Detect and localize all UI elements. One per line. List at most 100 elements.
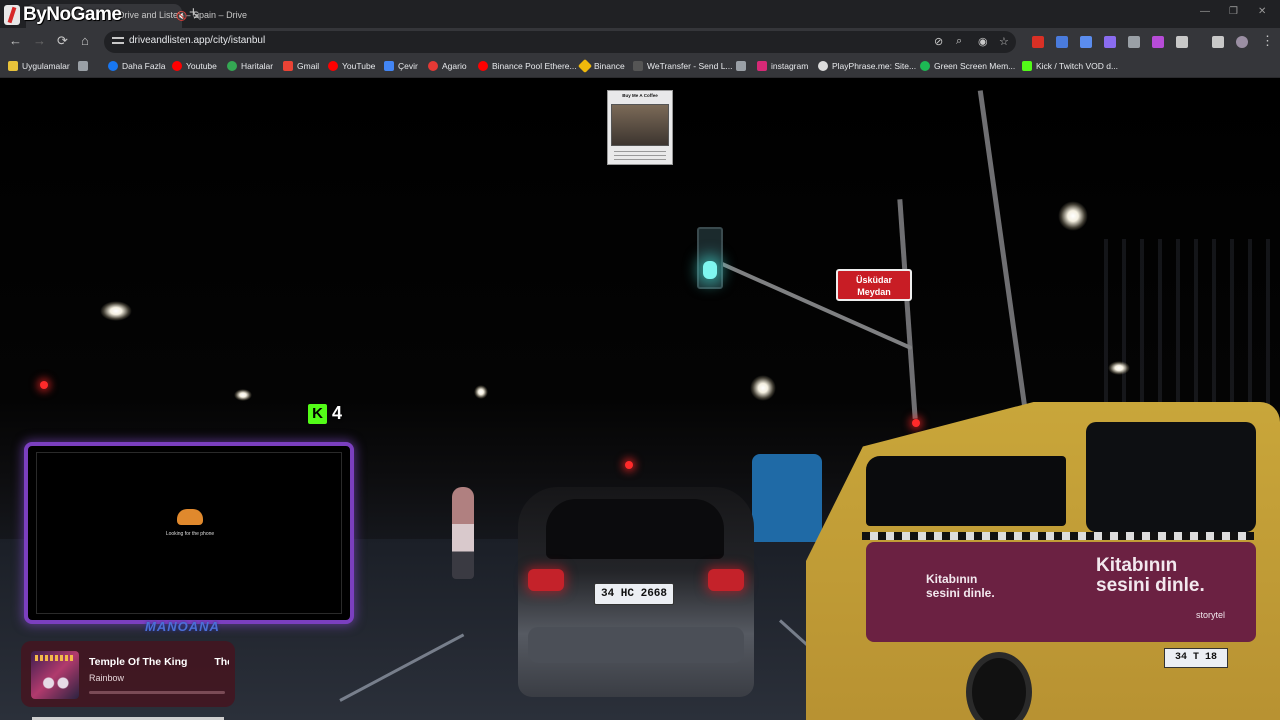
bookmark-label: Gmail — [297, 61, 320, 71]
bookmark-label: Binance Pool Ethere... — [492, 61, 577, 71]
menu-icon[interactable]: ⋮ — [1261, 34, 1274, 48]
back-button[interactable]: ← — [9, 34, 22, 48]
bookmark-kick-vod[interactable]: Kick / Twitch VOD d... — [1022, 61, 1118, 71]
apps-icon — [8, 61, 18, 71]
bookmark-label: instagram — [771, 61, 809, 71]
youtube-icon — [328, 61, 338, 71]
screenshot-extension-icon[interactable] — [1128, 36, 1140, 48]
kick-icon: K — [308, 403, 327, 424]
pedestrian — [452, 487, 474, 579]
taxi-license-plate: 34 T 18 — [1164, 648, 1228, 668]
tail-light — [528, 569, 564, 591]
purple-extension-icon[interactable] — [1152, 36, 1164, 48]
reload-button[interactable]: ⟳ — [57, 34, 68, 48]
audio-extension-icon[interactable] — [1080, 36, 1092, 48]
eye-off-icon[interactable]: ⊘ — [934, 35, 943, 48]
instagram-icon — [757, 61, 767, 71]
kick-icon — [1022, 61, 1032, 71]
brand-name: ByNoGame — [23, 4, 122, 25]
donation-title: Buy Me A Coffee — [622, 93, 658, 98]
bookmark-label: Agario — [442, 61, 467, 71]
bookmark-grid[interactable] — [78, 61, 88, 71]
puzzle-extension-icon[interactable] — [1176, 36, 1188, 48]
media-control-icon[interactable] — [1212, 36, 1224, 48]
bookmark-label: Youtube — [186, 61, 217, 71]
bookmark-apps[interactable]: Uygulamalar — [8, 61, 70, 71]
pen-extension-icon[interactable] — [1104, 36, 1116, 48]
close-window-button[interactable]: ✕ — [1258, 6, 1266, 17]
webcam-label: MANOANA — [145, 619, 220, 634]
bookmark-label: Green Screen Mem... — [934, 61, 1016, 71]
now-playing-widget: Temple Of The King The Rainbow — [21, 641, 235, 707]
bookmark-wetransfer[interactable]: WeTransfer - Send L... — [633, 61, 733, 71]
translate-icon — [384, 61, 394, 71]
visibility-icon[interactable]: ◉ — [978, 35, 988, 48]
profile-avatar[interactable] — [1236, 36, 1248, 48]
drive-video-viewport[interactable]: Üsküdar Meydan 34 HC 2668 Kitabının sesini… — [0, 79, 1280, 720]
loading-cat-icon — [177, 509, 203, 525]
home-button[interactable]: ⌂ — [81, 34, 89, 48]
donation-description — [614, 151, 666, 161]
bookmark-playphrase[interactable]: PlayPhrase.me: Site... — [818, 61, 916, 71]
tab-bar: Drive and Listen – Spain – Drive 🔇 × ByN… — [0, 0, 1280, 28]
translate-extension-icon[interactable] — [1056, 36, 1068, 48]
bookmark-instagram[interactable]: instagram — [757, 61, 808, 71]
red-light-icon — [40, 381, 48, 389]
site-info-icon[interactable] — [112, 35, 124, 47]
bookmark-binance-pool[interactable]: Binance Pool Ethere... — [478, 61, 577, 71]
restore-button[interactable]: ❐ — [1229, 6, 1238, 17]
car: 34 HC 2668 — [518, 487, 754, 697]
bookmark-label: Haritalar — [241, 61, 274, 71]
youtube-icon — [478, 61, 488, 71]
bookmark-youtube-2[interactable]: YouTube — [328, 61, 375, 71]
webcam-frame: Looking for the phone — [24, 442, 354, 624]
address-bar[interactable]: driveandlisten.app/city/istanbul ⊘ ⌕ ◉ ☆ — [104, 31, 1016, 53]
new-extension-icon[interactable] — [1032, 36, 1044, 48]
bookmark-maps[interactable]: Haritalar — [227, 61, 273, 71]
bookmark-doc[interactable] — [736, 61, 746, 71]
donation-widget[interactable]: Buy Me A Coffee — [607, 90, 673, 165]
bookmark-label: Uygulamalar — [22, 61, 70, 71]
street-lamp — [1058, 201, 1088, 231]
grid-icon — [78, 61, 88, 71]
donation-image — [611, 104, 669, 146]
forward-button[interactable]: → — [33, 34, 46, 48]
new-tab-button[interactable]: + — [189, 4, 198, 21]
red-light-icon — [625, 461, 633, 469]
bookmarks-bar: Uygulamalar Daha Fazla Youtube Haritalar… — [0, 56, 1280, 78]
bookmark-label: Daha Fazla — [122, 61, 166, 71]
browser-toolbar: ← → ⟳ ⌂ driveandlisten.app/city/istanbul… — [0, 28, 1280, 56]
car-rear-window — [546, 499, 724, 559]
agario-icon — [428, 61, 438, 71]
viewer-count: 4 — [332, 403, 343, 423]
minimize-button[interactable]: — — [1200, 6, 1210, 17]
bookmark-gmail[interactable]: Gmail — [283, 61, 319, 71]
bookmark-youtube-1[interactable]: Youtube — [172, 61, 217, 71]
bookmark-label: PlayPhrase.me: Site... — [832, 61, 917, 71]
taxi-minibus: Kitabının sesini dinle. Kitabının sesini d… — [806, 402, 1280, 720]
webcam-loading-text: Looking for the phone — [165, 531, 215, 537]
taxi-rear-window — [1086, 422, 1256, 532]
wetransfer-icon — [633, 61, 643, 71]
muted-tab-icon[interactable]: 🔇 — [176, 11, 187, 22]
zoom-icon[interactable]: ⌕ — [956, 35, 962, 48]
track-artist: Rainbow — [89, 673, 125, 683]
taxi-checker-band — [862, 532, 1254, 540]
kick-viewer-counter: K 4 — [308, 403, 342, 424]
street-lamp — [474, 385, 488, 399]
bookmark-facebook[interactable]: Daha Fazla — [108, 61, 165, 71]
bookmark-translate[interactable]: Çevir — [384, 61, 418, 71]
track-progress-bar — [89, 691, 225, 694]
street-lamp — [234, 389, 252, 401]
bookmark-label: Binance — [594, 61, 625, 71]
bookmark-label: WeTransfer - Send L... — [647, 61, 733, 71]
bookmark-agario[interactable]: Agario — [428, 61, 467, 71]
bookmark-binance[interactable]: Binance — [577, 58, 625, 74]
taxi-advertisement: Kitabının sesini dinle. Kitabının sesini d… — [866, 542, 1256, 642]
doc-icon — [736, 61, 746, 71]
bookmark-greenscreen[interactable]: Green Screen Mem... — [920, 61, 1015, 71]
street-lamp — [100, 301, 132, 321]
star-icon[interactable]: ☆ — [999, 35, 1009, 48]
red-light-icon — [912, 419, 920, 427]
url-text[interactable]: driveandlisten.app/city/istanbul — [129, 35, 265, 46]
